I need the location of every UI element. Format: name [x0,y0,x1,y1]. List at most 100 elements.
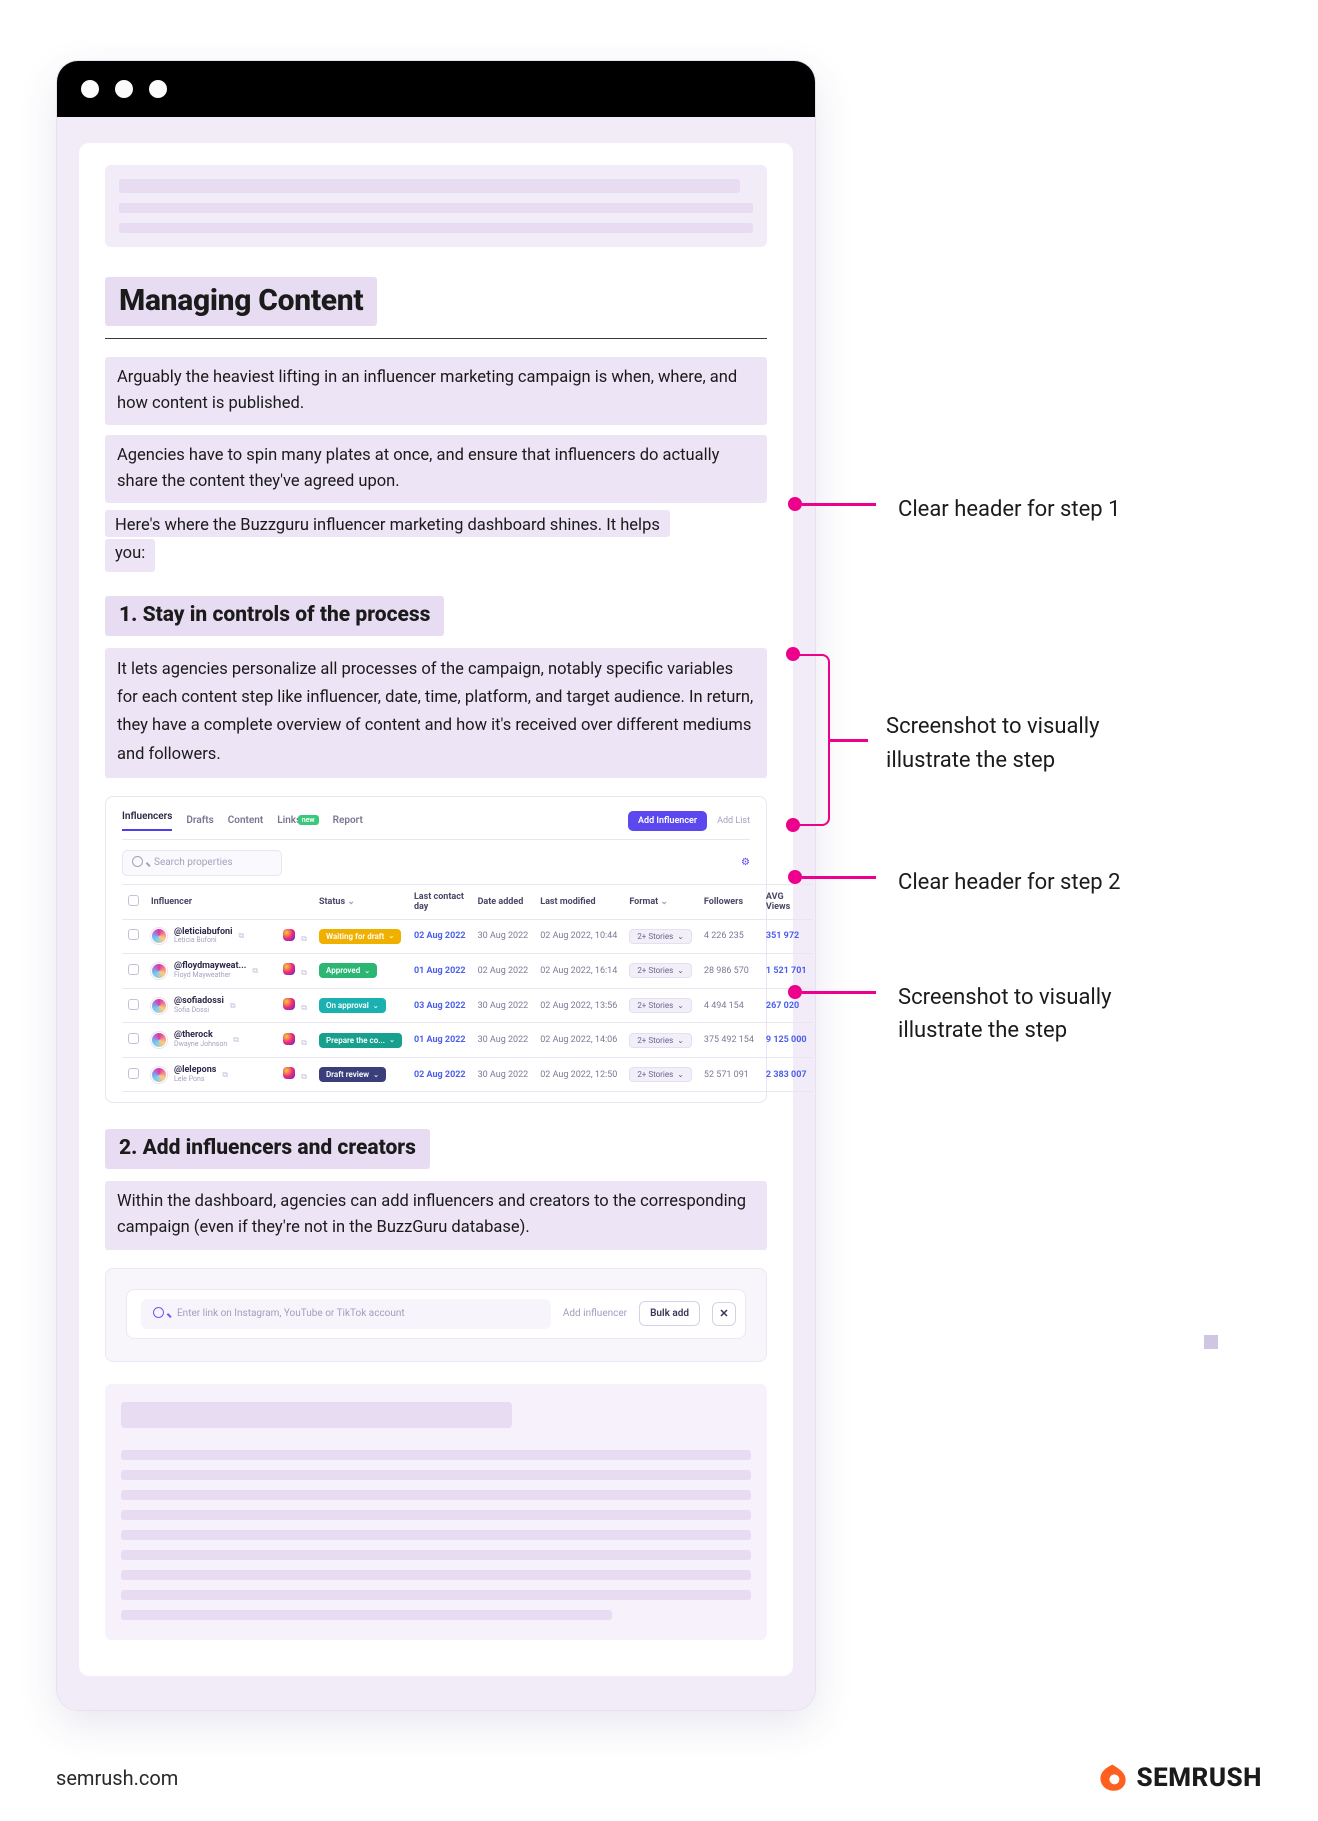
annotation: Clear header for step 1 [788,493,1258,526]
copy-icon[interactable]: ⧉ [301,1003,307,1012]
annotation-dot-icon [788,497,802,511]
instagram-icon [283,963,295,975]
table-row[interactable]: @therock Dwayne Johnson ⧉ ⧉ Prepare the … [122,1023,813,1058]
instagram-icon [283,1067,295,1079]
annotation-label: Screenshot to visually illustrate the st… [886,710,1100,778]
col-influencer[interactable]: Influencer [145,884,277,919]
copy-icon[interactable]: ⧉ [301,934,307,943]
date-added: 02 Aug 2022 [478,966,529,976]
copy-icon[interactable]: ⧉ [238,931,244,941]
last-modified: 02 Aug 2022, 12:50 [540,1070,617,1080]
annotation-dot-icon [788,985,802,999]
intro-paragraph: Arguably the heaviest lifting in an infl… [105,357,767,425]
col-modified[interactable]: Last modified [534,884,623,919]
format-pill[interactable]: 2+ Stories ⌄ [629,998,692,1013]
last-contact[interactable]: 03 Aug 2022 [414,1001,466,1011]
last-modified: 02 Aug 2022, 14:06 [540,1035,617,1045]
brand-logo: SEMRUSH [1099,1763,1262,1793]
table-row[interactable]: @sofiadossi Sofia Dossi ⧉ ⧉ On approval⌄… [122,988,813,1023]
status-badge[interactable]: Draft review⌄ [319,1067,386,1082]
col-added[interactable]: Date added [472,884,535,919]
table-row[interactable]: @floydmayweat... Floyd Mayweather ⧉ ⧉ Ap… [122,954,813,989]
window-dot [81,80,99,98]
annotation: Screenshot to visually illustrate the st… [788,981,1258,1047]
add-influencer-button[interactable]: Add Influencer [628,811,707,831]
annotation-label: Screenshot to visually illustrate the st… [898,981,1112,1047]
tab-report[interactable]: Report [333,815,363,826]
copy-icon[interactable]: ⧉ [252,966,258,976]
format-pill[interactable]: 2+ Stories ⌄ [629,963,692,978]
page-scroll: Managing Content Arguably the heaviest l… [57,117,815,1710]
status-badge[interactable]: Approved⌄ [319,963,377,978]
page-root: Managing Content Arguably the heaviest l… [0,0,1318,1821]
copy-icon[interactable]: ⧉ [233,1035,239,1045]
row-checkbox[interactable] [128,999,139,1010]
avatar [151,1032,167,1048]
copy-icon[interactable]: ⧉ [222,1070,228,1080]
last-contact[interactable]: 01 Aug 2022 [414,966,466,976]
format-pill[interactable]: 2+ Stories ⌄ [629,929,692,944]
format-pill[interactable]: 2+ Stories ⌄ [629,1033,692,1048]
copy-icon[interactable]: ⧉ [301,1038,307,1047]
col-followers[interactable]: Followers [698,884,760,919]
last-contact[interactable]: 01 Aug 2022 [414,1035,466,1045]
close-icon[interactable]: ✕ [712,1302,736,1326]
col-status[interactable]: Status ⌄ [313,884,408,919]
tab-content[interactable]: Content [228,815,263,826]
chevron-down-icon: ⌄ [388,932,394,940]
table-row[interactable]: @lelepons Lele Pons ⧉ ⧉ Draft review⌄ 02… [122,1057,813,1092]
last-contact[interactable]: 02 Aug 2022 [414,931,466,941]
row-checkbox[interactable] [128,1033,139,1044]
add-list-button[interactable]: Add List [717,816,750,826]
table-row[interactable]: @leticiabufoni Leticia Bufoni ⧉ ⧉ Waitin… [122,919,813,954]
article-card: Managing Content Arguably the heaviest l… [79,143,793,1676]
row-checkbox[interactable] [128,1068,139,1079]
copy-icon[interactable]: ⧉ [301,1072,307,1081]
row-checkbox[interactable] [128,964,139,975]
gear-icon[interactable]: ⚙ [741,857,750,868]
status-badge[interactable]: On approval⌄ [319,998,386,1013]
status-badge[interactable]: Waiting for draft⌄ [319,929,401,944]
copy-icon[interactable]: ⧉ [230,1001,236,1011]
status-badge[interactable]: Prepare the co...⌄ [319,1033,402,1048]
bulk-add-button[interactable]: Bulk add [639,1301,700,1326]
annotation-dot-icon [788,870,802,884]
link-input[interactable]: Enter link on Instagram, YouTube or TikT… [141,1299,551,1329]
main-column: Managing Content Arguably the heaviest l… [56,60,816,1711]
chevron-down-icon: ⌄ [389,1036,395,1044]
search-icon [132,856,148,870]
chevron-down-icon: ⌄ [677,1036,684,1045]
influencer-name: Dwayne Johnson [174,1041,227,1049]
window-dot [115,80,133,98]
chevron-down-icon: ⌄ [373,1071,379,1079]
instagram-icon [283,929,295,941]
search-icon [153,1307,169,1321]
step-1-heading: 1. Stay in controls of the process [105,596,444,636]
row-checkbox[interactable] [128,929,139,940]
format-pill[interactable]: 2+ Stories ⌄ [629,1067,692,1082]
window-dot [149,80,167,98]
step-2-heading: 2. Add influencers and creators [105,1129,430,1169]
intro-paragraph: Here's where the Buzzguru influencer mar… [105,513,767,572]
checkbox-all[interactable] [128,895,139,906]
browser-titlebar [57,61,815,117]
col-format[interactable]: Format ⌄ [623,884,698,919]
instagram-icon [283,1033,295,1045]
followers-value: 28 986 570 [704,966,749,976]
followers-value: 375 492 154 [704,1035,754,1045]
last-contact[interactable]: 02 Aug 2022 [414,1070,466,1080]
annotation-label: Clear header for step 1 [898,493,1120,526]
col-contact[interactable]: Last contact day [408,884,472,919]
brand-text: SEMRUSH [1137,1763,1262,1793]
date-added: 30 Aug 2022 [478,1035,529,1045]
copy-icon[interactable]: ⧉ [301,968,307,977]
avatar [151,963,167,979]
avg-views-value: 1 521 701 [766,966,807,976]
followers-value: 4 494 154 [704,1001,744,1011]
tab-links[interactable]: Links new [277,815,318,826]
placeholder-block [105,165,767,247]
tab-drafts[interactable]: Drafts [186,815,213,826]
add-influencer-ghost[interactable]: Add influencer [563,1308,627,1319]
tab-influencers[interactable]: Influencers [122,811,172,831]
search-input[interactable]: Search properties [122,850,282,876]
